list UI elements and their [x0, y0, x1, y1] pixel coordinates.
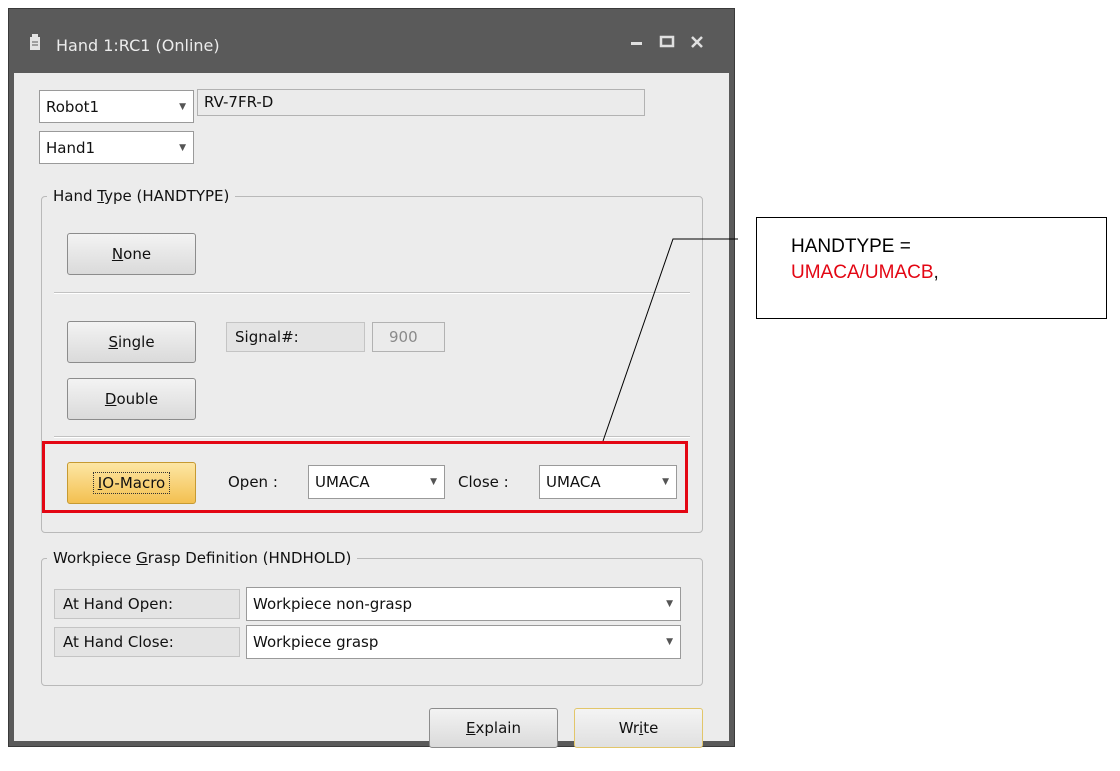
- handtype-callout: HANDTYPE = UMACA/UMACB,: [756, 217, 1107, 319]
- callout-red-text: UMACA/UMACB: [791, 262, 934, 283]
- callout-leader-line: [602, 238, 738, 442]
- callout-line-2: UMACA/UMACB,: [791, 262, 939, 283]
- callout-line-1: HANDTYPE =: [791, 236, 911, 257]
